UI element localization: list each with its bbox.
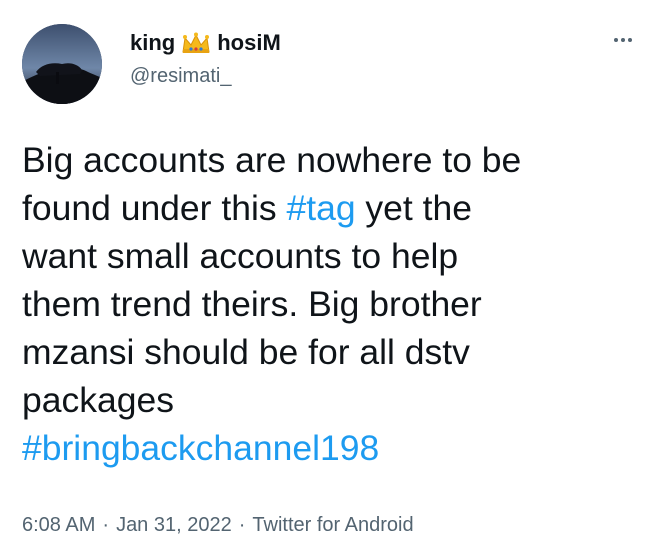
tweet-line: mzansi should be for all dstv bbox=[22, 332, 470, 372]
tweet-card: king hosiM @resimati_ Big accounts are n… bbox=[0, 0, 660, 551]
tweet-source[interactable]: Twitter for Android bbox=[252, 514, 413, 537]
tweet-line: Big accounts are nowhere to be bbox=[22, 140, 522, 180]
tweet-line: them trend theirs. Big brother bbox=[22, 284, 482, 324]
username-handle[interactable]: @resimati_ bbox=[130, 65, 231, 88]
hashtag-link[interactable]: #bringbackchannel198 bbox=[22, 428, 379, 468]
tweet-line: packages bbox=[22, 380, 174, 420]
avatar-image bbox=[22, 24, 102, 104]
hashtag-link[interactable]: #tag bbox=[286, 188, 355, 228]
tweet-meta: 6:08 AM · Jan 31, 2022 · Twitter for And… bbox=[22, 514, 414, 537]
meta-separator: · bbox=[238, 514, 246, 536]
tweet-line: #bringbackchannel198 bbox=[22, 424, 642, 472]
avatar[interactable] bbox=[22, 24, 102, 104]
tweet-text: Big accounts are nowhere to be found und… bbox=[22, 136, 642, 472]
tweet-text-segment: yet the bbox=[355, 188, 472, 228]
more-dot bbox=[621, 38, 625, 42]
more-options-icon[interactable] bbox=[608, 30, 638, 50]
crown-icon bbox=[181, 32, 211, 54]
meta-separator: · bbox=[102, 514, 110, 536]
more-dot bbox=[614, 38, 618, 42]
display-name-last: hosiM bbox=[217, 30, 281, 55]
tweet-date[interactable]: Jan 31, 2022 bbox=[116, 514, 232, 537]
display-name[interactable]: king hosiM bbox=[130, 30, 281, 56]
tweet-line: found under this #tag yet the bbox=[22, 184, 642, 232]
more-dot bbox=[628, 38, 632, 42]
tweet-time[interactable]: 6:08 AM bbox=[22, 514, 95, 537]
tweet-line: want small accounts to help bbox=[22, 236, 459, 276]
display-name-first: king bbox=[130, 30, 176, 55]
tweet-text-segment: found under this bbox=[22, 188, 287, 228]
